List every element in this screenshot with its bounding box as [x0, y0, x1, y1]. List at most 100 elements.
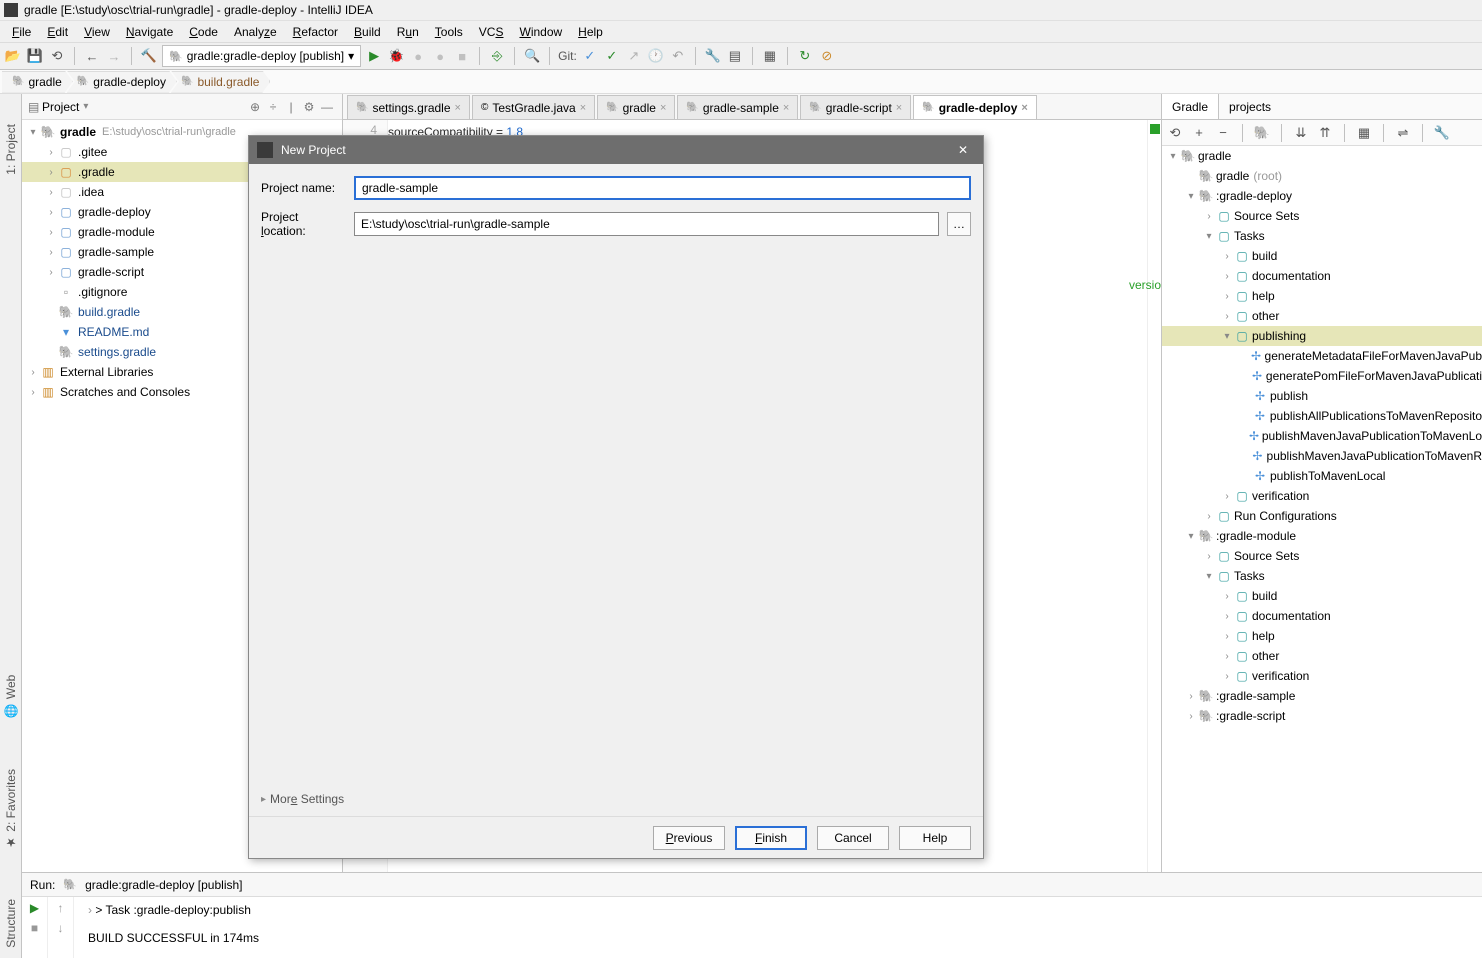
- open-icon[interactable]: 📂: [4, 47, 22, 65]
- gradle-tree-item[interactable]: ✢generatePomFileForMavenJavaPublicati: [1162, 366, 1482, 386]
- breadcrumb-item[interactable]: 🐘build.gradle: [171, 71, 271, 93]
- breadcrumb-item[interactable]: 🐘gradle: [2, 71, 73, 93]
- git-history-icon[interactable]: 🕐: [647, 47, 665, 65]
- collapse-icon[interactable]: ÷: [264, 100, 282, 114]
- refresh-icon[interactable]: ⟲: [48, 47, 66, 65]
- run-output[interactable]: › > Task :gradle-deploy:publish BUILD SU…: [74, 897, 1482, 958]
- stop-icon[interactable]: ■: [453, 47, 471, 65]
- collapse-icon[interactable]: ⇈: [1316, 124, 1334, 142]
- execute-icon[interactable]: 🐘: [1253, 124, 1271, 142]
- gradle-tree-item[interactable]: ›▢Run Configurations: [1162, 506, 1482, 526]
- offline-icon[interactable]: ⇌: [1394, 124, 1412, 142]
- gradle-tree-item[interactable]: ✢publishAllPublicationsToMavenReposito: [1162, 406, 1482, 426]
- close-tab-icon[interactable]: ×: [896, 102, 902, 114]
- menu-refactor[interactable]: Refactor: [285, 25, 346, 39]
- git-push-icon[interactable]: ↗: [625, 47, 643, 65]
- close-tab-icon[interactable]: ×: [580, 102, 586, 114]
- add-icon[interactable]: +: [1190, 124, 1208, 142]
- build-icon[interactable]: 🔨: [140, 47, 158, 65]
- menu-help[interactable]: Help: [570, 25, 611, 39]
- coverage-icon[interactable]: ●: [409, 47, 427, 65]
- stop-icon[interactable]: ■: [31, 921, 38, 935]
- finish-button[interactable]: Finish: [735, 826, 807, 850]
- settings-icon[interactable]: 🔧: [704, 47, 722, 65]
- gradle-tree-item[interactable]: ›▢verification: [1162, 666, 1482, 686]
- gradle-tree-item[interactable]: ›▢help: [1162, 626, 1482, 646]
- editor-tab[interactable]: ©TestGradle.java×: [472, 95, 595, 119]
- breadcrumb-item[interactable]: 🐘gradle-deploy: [67, 71, 177, 93]
- forward-icon[interactable]: →: [105, 47, 123, 65]
- project-tool-button[interactable]: 1: Project: [4, 124, 18, 175]
- editor-tab[interactable]: 🐘gradle×: [597, 95, 675, 119]
- structure-tool-button[interactable]: Structure: [4, 899, 18, 948]
- menu-file[interactable]: File: [4, 25, 39, 39]
- block-icon[interactable]: ⊘: [818, 47, 836, 65]
- close-tab-icon[interactable]: ×: [1021, 102, 1027, 114]
- editor-tab[interactable]: 🐘gradle-script×: [800, 95, 911, 119]
- remove-icon[interactable]: −: [1214, 124, 1232, 142]
- previous-button[interactable]: Previous: [653, 826, 725, 850]
- save-icon[interactable]: 💾: [26, 47, 44, 65]
- gradle-tree-item[interactable]: ›▢Source Sets: [1162, 546, 1482, 566]
- debug-icon[interactable]: 🐞: [387, 47, 405, 65]
- gradle-tree-item[interactable]: ✢publishMavenJavaPublicationToMavenR: [1162, 446, 1482, 466]
- cancel-button[interactable]: Cancel: [817, 826, 889, 850]
- down-icon[interactable]: ↓: [58, 921, 64, 935]
- search-icon[interactable]: 🔍: [523, 47, 541, 65]
- gradle-tree-item[interactable]: ▾▢Tasks: [1162, 226, 1482, 246]
- browse-button[interactable]: …: [947, 212, 971, 236]
- gradle-tree-item[interactable]: ›▢other: [1162, 306, 1482, 326]
- git-revert-icon[interactable]: ↶: [669, 47, 687, 65]
- gradle-tree-item[interactable]: ›▢build: [1162, 246, 1482, 266]
- menu-build[interactable]: Build: [346, 25, 389, 39]
- menu-code[interactable]: Code: [181, 25, 226, 39]
- menu-analyze[interactable]: Analyze: [226, 25, 285, 39]
- run-icon[interactable]: ▶: [30, 901, 39, 915]
- git-commit-icon[interactable]: ✓: [603, 47, 621, 65]
- gradle-tree-item[interactable]: 🐘gradle(root): [1162, 166, 1482, 186]
- gradle-tree-item[interactable]: ▾🐘gradle: [1162, 146, 1482, 166]
- gradle-tree-item[interactable]: ›▢Source Sets: [1162, 206, 1482, 226]
- gradle-tree-item[interactable]: ›▢verification: [1162, 486, 1482, 506]
- gear-icon[interactable]: ⚙: [300, 100, 318, 114]
- sdk-icon[interactable]: ▦: [761, 47, 779, 65]
- gradle-tree-item[interactable]: ›▢documentation: [1162, 606, 1482, 626]
- gradle-tree-item[interactable]: ›▢documentation: [1162, 266, 1482, 286]
- gradle-tree-item[interactable]: ›▢build: [1162, 586, 1482, 606]
- web-tool-button[interactable]: 🌐Web: [4, 675, 18, 718]
- menu-vcs[interactable]: VCS: [471, 25, 512, 39]
- hide-icon[interactable]: —: [318, 100, 336, 114]
- menu-view[interactable]: View: [76, 25, 118, 39]
- gradle-tree-item[interactable]: ›🐘:gradle-sample: [1162, 686, 1482, 706]
- gradle-tree-item[interactable]: ✢publishMavenJavaPublicationToMavenLo: [1162, 426, 1482, 446]
- refresh-icon[interactable]: ⟲: [1166, 124, 1184, 142]
- wrench-icon[interactable]: 🔧: [1433, 124, 1451, 142]
- help-button[interactable]: Help: [899, 826, 971, 850]
- menu-tools[interactable]: Tools: [427, 25, 471, 39]
- close-icon[interactable]: ✕: [951, 143, 975, 157]
- editor-tab[interactable]: 🐘settings.gradle×: [347, 95, 470, 119]
- close-tab-icon[interactable]: ×: [783, 102, 789, 114]
- back-icon[interactable]: ←: [83, 47, 101, 65]
- more-settings-toggle[interactable]: ▸ More Settings: [261, 792, 344, 806]
- expand-icon[interactable]: ⇊: [1292, 124, 1310, 142]
- project-name-input[interactable]: [354, 176, 971, 200]
- up-icon[interactable]: ↑: [58, 901, 64, 915]
- favorites-tool-button[interactable]: ★2: Favorites: [4, 769, 18, 850]
- dialog-title-bar[interactable]: New Project ✕: [249, 136, 983, 164]
- gradle-tree-item[interactable]: ✢publishToMavenLocal: [1162, 466, 1482, 486]
- attach-icon[interactable]: ⎆: [488, 47, 506, 65]
- gradle-tab[interactable]: Gradle: [1162, 94, 1219, 119]
- jrebel-icon[interactable]: ↻: [796, 47, 814, 65]
- locate-icon[interactable]: ⊕: [246, 100, 264, 114]
- menu-edit[interactable]: Edit: [39, 25, 76, 39]
- gradle-tree-item[interactable]: ▾▢publishing: [1162, 326, 1482, 346]
- git-update-icon[interactable]: ✓: [581, 47, 599, 65]
- chevron-down-icon[interactable]: ▾: [83, 101, 88, 112]
- gradle-tree-item[interactable]: ▾🐘:gradle-deploy: [1162, 186, 1482, 206]
- close-tab-icon[interactable]: ×: [455, 102, 461, 114]
- project-location-input[interactable]: [354, 212, 939, 236]
- structure-icon[interactable]: ▤: [726, 47, 744, 65]
- gradle-tree[interactable]: ▾🐘gradle🐘gradle(root)▾🐘:gradle-deploy›▢S…: [1162, 146, 1482, 958]
- gradle-tree-item[interactable]: ✢publish: [1162, 386, 1482, 406]
